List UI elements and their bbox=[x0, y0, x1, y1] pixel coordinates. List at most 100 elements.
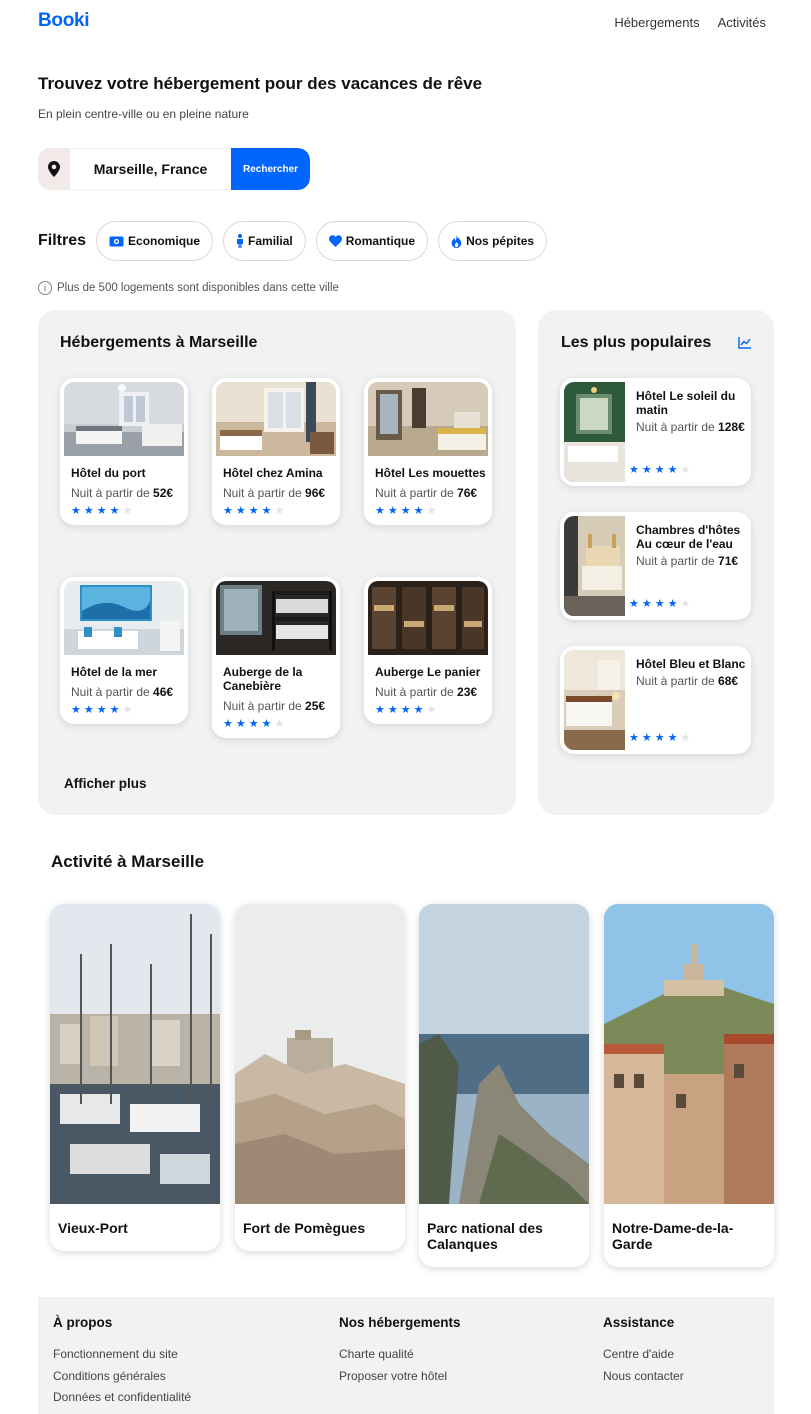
lodging-name: Auberge de la Canebière bbox=[223, 665, 303, 693]
lodging-card[interactable]: Auberge de la Canebière Nuit à partir de… bbox=[212, 577, 340, 738]
lodging-card[interactable]: Hôtel de la mer Nuit à partir de 46€ ★ ★ ★… bbox=[60, 577, 188, 724]
info-icon: i bbox=[38, 281, 52, 295]
star-icon: ★ bbox=[654, 732, 665, 744]
search-input[interactable] bbox=[70, 148, 231, 190]
filter-chip-familial[interactable]: Familial bbox=[223, 221, 306, 261]
lodging-photo bbox=[216, 581, 336, 655]
filter-chip-romantique[interactable]: Romantique bbox=[315, 221, 429, 261]
footer-link[interactable]: Charte qualité bbox=[339, 1344, 461, 1366]
star-icon: ★ bbox=[235, 505, 246, 517]
lodging-name: Hôtel du port bbox=[71, 466, 146, 480]
footer-link[interactable]: Proposer votre hôtel bbox=[339, 1366, 461, 1388]
popular-name: Hôtel Le soleil du matin bbox=[636, 389, 736, 417]
popular-photo bbox=[564, 382, 625, 482]
search-button[interactable]: Rechercher bbox=[231, 148, 310, 190]
lodging-price: Nuit à partir de 25€ bbox=[223, 699, 326, 713]
lodging-price: Nuit à partir de 96€ bbox=[223, 486, 326, 500]
star-icon: ★ bbox=[248, 718, 259, 730]
star-icon: ★ bbox=[426, 704, 437, 716]
lodging-card[interactable]: Auberge Le panier Nuit à partir de 23€ ★… bbox=[364, 577, 492, 724]
popular-card[interactable]: Hôtel Le soleil du matin Nuit à partir d… bbox=[560, 378, 751, 486]
star-icon: ★ bbox=[680, 732, 691, 744]
lodging-photo bbox=[216, 382, 336, 456]
footer-heading: Nos hébergements bbox=[339, 1315, 461, 1330]
rating-stars: ★ ★ ★ ★ ★ bbox=[629, 599, 690, 610]
person-icon bbox=[236, 234, 244, 248]
filter-chip-economique[interactable]: Economique bbox=[96, 221, 214, 261]
show-more-link[interactable]: Afficher plus bbox=[64, 776, 147, 791]
star-icon: ★ bbox=[96, 704, 107, 716]
activity-photo bbox=[235, 904, 405, 1204]
star-icon: ★ bbox=[223, 505, 233, 517]
footer-link[interactable]: Nous contacter bbox=[603, 1366, 684, 1388]
map-pin-icon bbox=[38, 148, 70, 190]
star-icon: ★ bbox=[109, 505, 120, 517]
footer-column-about: À propos Fonctionnement du site Conditio… bbox=[53, 1315, 191, 1409]
popular-title: Les plus populaires bbox=[561, 334, 712, 351]
rating-stars: ★ ★ ★ ★ ★ bbox=[375, 506, 488, 517]
star-icon: ★ bbox=[667, 464, 678, 476]
star-icon: ★ bbox=[375, 704, 385, 716]
activity-card[interactable]: Vieux-Port bbox=[50, 904, 220, 1251]
popular-card[interactable]: Chambres d'hôtes Au cœur de l'eau Nuit à… bbox=[560, 512, 751, 620]
footer-link[interactable]: Conditions générales bbox=[53, 1366, 191, 1388]
star-icon: ★ bbox=[387, 505, 398, 517]
popular-card[interactable]: Hôtel Bleu et Blanc Nuit à partir de 68€… bbox=[560, 646, 751, 754]
page-title: Trouvez votre hébergement pour des vacan… bbox=[38, 74, 483, 93]
activity-name: Notre-Dame-de-la-Garde bbox=[612, 1220, 734, 1252]
lodging-price: Nuit à partir de 52€ bbox=[71, 486, 174, 500]
nav-link-hebergements[interactable]: Hébergements bbox=[614, 15, 699, 30]
star-icon: ★ bbox=[261, 505, 272, 517]
popular-name: Hôtel Bleu et Blanc bbox=[636, 657, 746, 671]
star-icon: ★ bbox=[400, 505, 411, 517]
star-icon: ★ bbox=[375, 505, 385, 517]
filters-label: Filtres bbox=[38, 232, 87, 249]
rating-stars: ★ ★ ★ ★ ★ bbox=[375, 705, 488, 716]
activity-card[interactable]: Fort de Pomègues bbox=[235, 904, 405, 1251]
nav-link-activites[interactable]: Activités bbox=[718, 15, 766, 30]
star-icon: ★ bbox=[426, 505, 437, 517]
footer-link[interactable]: Données et confidentialité bbox=[53, 1387, 191, 1409]
star-icon: ★ bbox=[629, 732, 639, 744]
star-icon: ★ bbox=[641, 464, 652, 476]
footer-link[interactable]: Centre d'aide bbox=[603, 1344, 684, 1366]
lodging-photo bbox=[64, 581, 184, 655]
star-icon: ★ bbox=[274, 718, 285, 730]
star-icon: ★ bbox=[83, 505, 94, 517]
star-icon: ★ bbox=[667, 732, 678, 744]
lodging-name: Hôtel chez Amina bbox=[223, 466, 323, 480]
booki-logo[interactable]: Booki bbox=[38, 10, 90, 32]
money-icon bbox=[109, 236, 124, 247]
lodging-photo bbox=[64, 382, 184, 456]
lodging-name: Auberge Le panier bbox=[375, 665, 481, 679]
activity-card[interactable]: Parc national des Calanques bbox=[419, 904, 589, 1267]
page-subtitle: En plein centre-ville ou en pleine natur… bbox=[38, 107, 249, 121]
lodging-price: Nuit à partir de 23€ bbox=[375, 685, 478, 699]
availability-info: i Plus de 500 logements sont disponibles… bbox=[38, 281, 339, 295]
star-icon: ★ bbox=[274, 505, 285, 517]
star-icon: ★ bbox=[413, 505, 424, 517]
filter-chip-label: Economique bbox=[128, 234, 201, 248]
star-icon: ★ bbox=[680, 598, 691, 610]
lodging-card[interactable]: Hôtel Les mouettes Nuit à partir de 76€ … bbox=[364, 378, 492, 525]
star-icon: ★ bbox=[629, 598, 639, 610]
header: Booki Hébergements Activités bbox=[0, 0, 811, 44]
trend-chart-icon bbox=[738, 336, 751, 354]
star-icon: ★ bbox=[248, 505, 259, 517]
activity-name: Parc national des Calanques bbox=[427, 1220, 543, 1252]
search-bar: Rechercher bbox=[38, 148, 310, 190]
star-icon: ★ bbox=[387, 704, 398, 716]
footer-link[interactable]: Fonctionnement du site bbox=[53, 1344, 191, 1366]
activity-card[interactable]: Notre-Dame-de-la-Garde bbox=[604, 904, 774, 1267]
lodging-card[interactable]: Hôtel du port Nuit à partir de 52€ ★ ★ ★ ★ ★ bbox=[60, 378, 188, 525]
lodging-card[interactable]: Hôtel chez Amina Nuit à partir de 96€ ★ ★… bbox=[212, 378, 340, 525]
star-icon: ★ bbox=[109, 704, 120, 716]
activity-photo bbox=[604, 904, 774, 1204]
filter-chip-label: Familial bbox=[248, 234, 293, 248]
star-icon: ★ bbox=[654, 464, 665, 476]
fire-icon bbox=[451, 234, 462, 248]
filter-chip-nos-pepites[interactable]: Nos pépites bbox=[438, 221, 548, 261]
filters-bar: Filtres Economique Familial Romantique N… bbox=[38, 221, 557, 261]
star-icon: ★ bbox=[400, 704, 411, 716]
availability-text: Plus de 500 logements sont disponibles d… bbox=[57, 282, 339, 294]
